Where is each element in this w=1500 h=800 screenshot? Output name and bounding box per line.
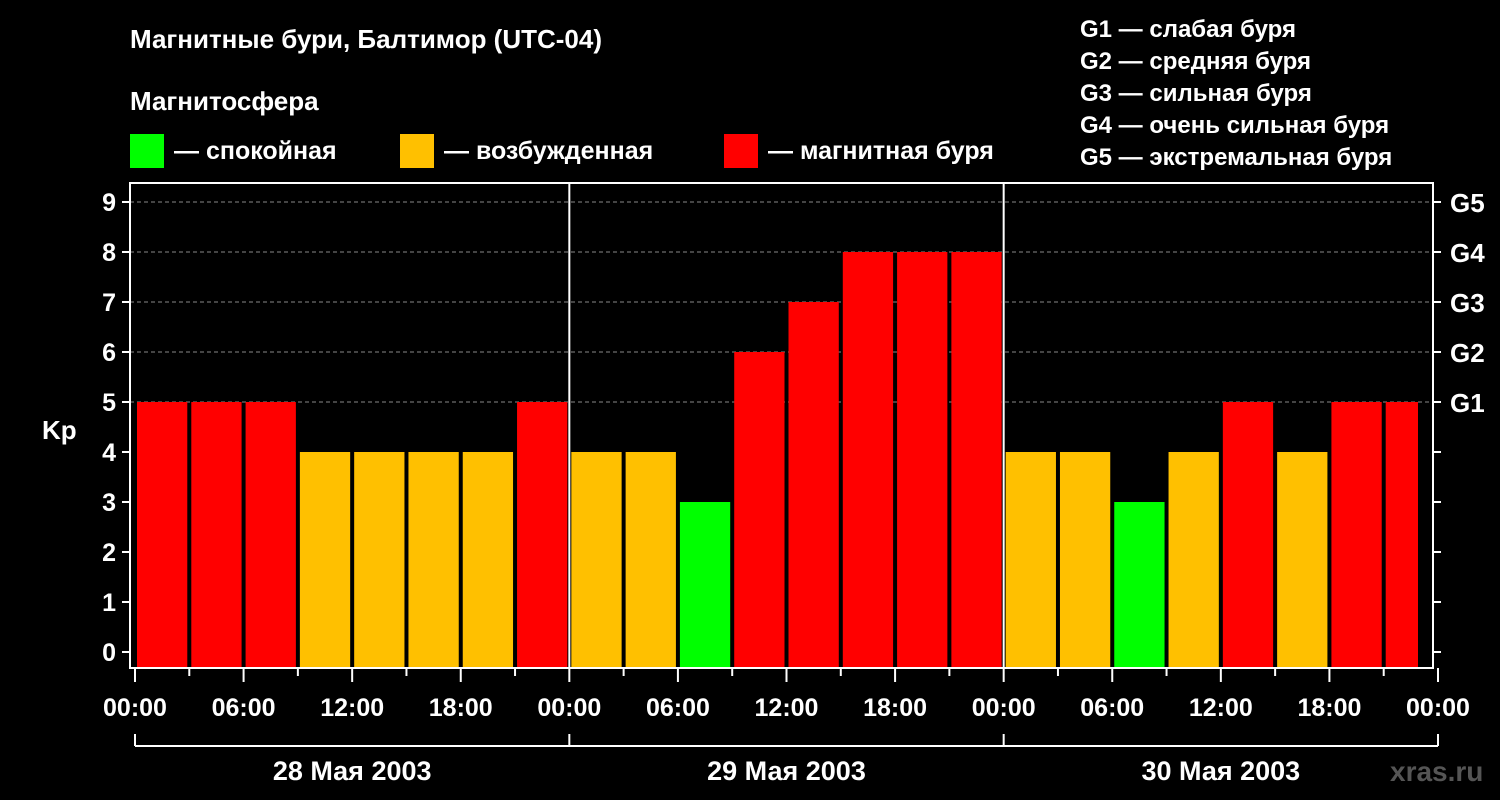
x-tick-label-1: 06:00: [212, 694, 276, 722]
y-axis-label: Kp: [42, 415, 77, 445]
x-tick-label-2: 12:00: [320, 694, 384, 722]
y-tick-label-3: 3: [102, 489, 116, 517]
y-tick-label-6: 6: [102, 339, 116, 367]
x-tick-label-4: 00:00: [537, 694, 601, 722]
x-tick-label-5: 06:00: [646, 694, 710, 722]
kp-bar-13: [842, 252, 894, 668]
kp-bar-21: [1277, 452, 1328, 668]
y-tick-label-9: 9: [102, 189, 116, 217]
kp-bar-19: [1168, 452, 1219, 668]
day-label-1: 29 Мая 2003: [707, 756, 866, 786]
kp-bar-12: [788, 302, 839, 668]
kp-bar-15: [951, 252, 1002, 668]
x-tick-label-12: 00:00: [1406, 694, 1470, 722]
kp-bar-20: [1222, 402, 1274, 668]
day-label-0: 28 Мая 2003: [273, 756, 432, 786]
kp-bar-17: [1059, 452, 1111, 668]
kp-bar-22: [1331, 402, 1382, 668]
y-tick-label-4: 4: [102, 439, 116, 467]
watermark: xras.ru: [1390, 756, 1484, 787]
x-tick-label-8: 00:00: [972, 694, 1036, 722]
g-label-g1: G1: [1450, 388, 1485, 418]
kp-bar-14: [897, 252, 948, 668]
kp-bar-9: [625, 452, 676, 668]
y-tick-label-8: 8: [102, 239, 116, 267]
y-tick-label-7: 7: [102, 289, 116, 317]
x-tick-label-0: 00:00: [103, 694, 167, 722]
x-tick-label-10: 12:00: [1189, 694, 1253, 722]
kp-bar-4: [354, 452, 405, 668]
x-tick-label-3: 18:00: [429, 694, 493, 722]
kp-bar-8: [571, 452, 622, 668]
y-tick-label-2: 2: [102, 539, 116, 567]
kp-bar-18: [1114, 502, 1165, 668]
y-tick-label-5: 5: [102, 389, 116, 417]
g-label-g2: G2: [1450, 338, 1485, 368]
kp-bar-10: [679, 502, 731, 668]
kp-bar-3: [299, 452, 351, 668]
kp-bar-23: [1385, 402, 1418, 668]
kp-bar-2: [245, 402, 296, 668]
g-label-g4: G4: [1450, 238, 1485, 268]
day-label-2: 30 Мая 2003: [1141, 756, 1300, 786]
kp-bar-6: [462, 452, 514, 668]
kp-bar-0: [137, 402, 188, 668]
kp-bar-16: [1005, 452, 1056, 668]
y-tick-label-1: 1: [102, 589, 116, 617]
y-tick-label-0: 0: [102, 639, 116, 667]
kp-bar-5: [408, 452, 459, 668]
kp-bar-11: [734, 352, 785, 668]
g-label-g3: G3: [1450, 288, 1485, 318]
x-tick-label-11: 18:00: [1297, 694, 1361, 722]
x-tick-label-6: 12:00: [755, 694, 819, 722]
kp-bar-7: [517, 402, 568, 668]
x-tick-label-9: 06:00: [1080, 694, 1144, 722]
kp-bar-1: [191, 402, 242, 668]
kp-bar-chart: 0 1 2 3 4 5 6 7 8 9 G1 G2 G3 G4 G5 Kp 00:00 06:00 12:00 18:…: [42, 182, 1485, 786]
g-label-g5: G5: [1450, 188, 1485, 218]
x-tick-label-7: 18:00: [863, 694, 927, 722]
